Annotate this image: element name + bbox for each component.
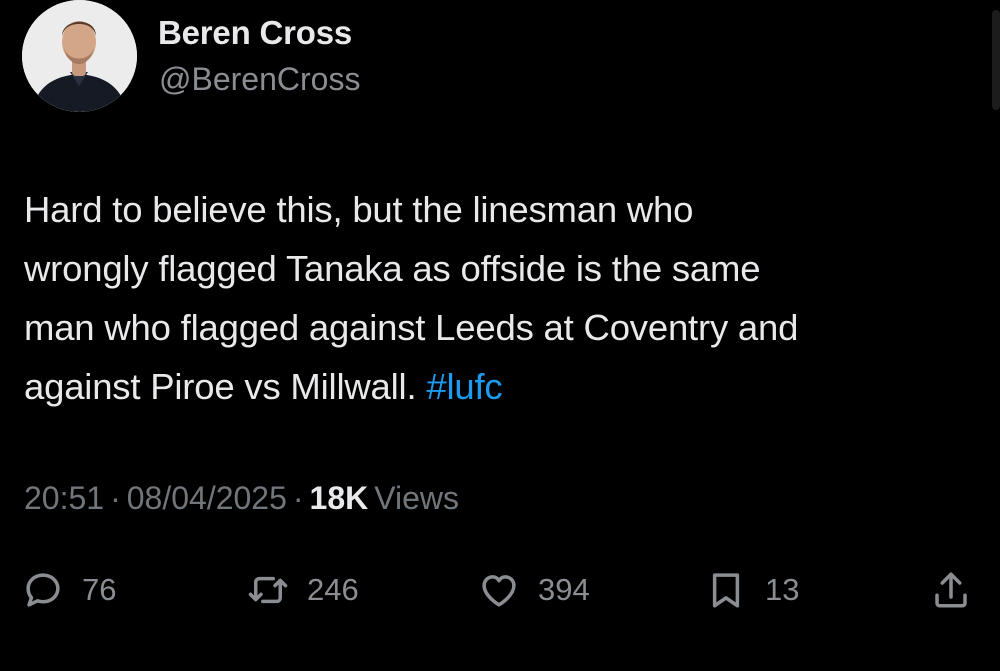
tweet-time[interactable]: 20:51 <box>24 480 104 516</box>
reply-button[interactable]: 76 <box>20 560 116 620</box>
tweet-text-line: against Piroe vs Millwall. #lufc <box>24 357 984 416</box>
tweet-text-line: Hard to believe this, but the linesman w… <box>24 189 694 230</box>
author-handle[interactable]: @BerenCross <box>159 61 360 98</box>
bookmark-count: 13 <box>765 572 800 607</box>
retweet-count: 246 <box>307 572 359 607</box>
like-count: 394 <box>538 572 590 607</box>
action-bar: 76 246 394 13 <box>0 560 1000 620</box>
bookmark-icon <box>703 567 749 613</box>
reply-count: 76 <box>82 572 117 607</box>
tweet-meta: 20:51 · 08/04/2025 · 18K Views <box>24 480 459 517</box>
hashtag-link[interactable]: #lufc <box>426 366 502 407</box>
bookmark-button[interactable]: 13 <box>703 560 799 620</box>
tweet-card: Beren Cross @BerenCross Hard to believe … <box>0 0 1000 671</box>
retweet-icon <box>245 567 291 613</box>
author-display-name[interactable]: Beren Cross <box>158 14 352 52</box>
views-count: 18K <box>309 480 369 516</box>
tweet-text-line: wrongly flagged Tanaka as offside is the… <box>24 248 761 289</box>
like-button[interactable]: 394 <box>476 560 590 620</box>
tweet-text-segment: against Piroe vs Millwall. <box>24 366 417 407</box>
avatar-photo <box>22 0 137 112</box>
heart-icon <box>476 567 522 613</box>
share-icon <box>928 567 974 613</box>
tweet-date[interactable]: 08/04/2025 <box>127 480 287 516</box>
scroll-edge <box>992 10 1000 110</box>
tweet-text-line: man who flagged against Leeds at Coventr… <box>24 307 799 348</box>
meta-separator: · <box>110 480 121 516</box>
retweet-button[interactable]: 246 <box>245 560 359 620</box>
reply-icon <box>20 567 66 613</box>
avatar[interactable] <box>22 0 137 112</box>
views-label: Views <box>374 480 460 516</box>
tweet-text: Hard to believe this, but the linesman w… <box>24 180 984 416</box>
share-button[interactable] <box>928 560 974 620</box>
meta-separator: · <box>292 480 304 516</box>
